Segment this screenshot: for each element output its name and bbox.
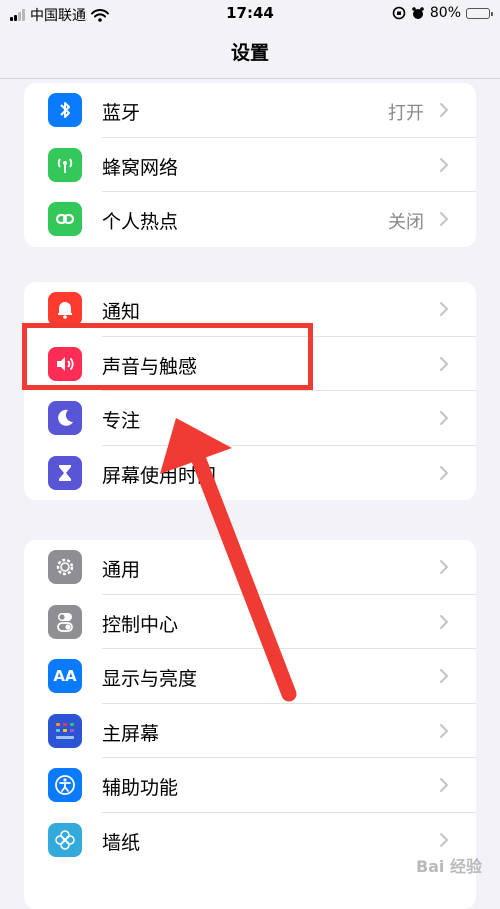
annotation-arrow [160,418,297,702]
watermark: Bai 经验 [415,857,482,876]
